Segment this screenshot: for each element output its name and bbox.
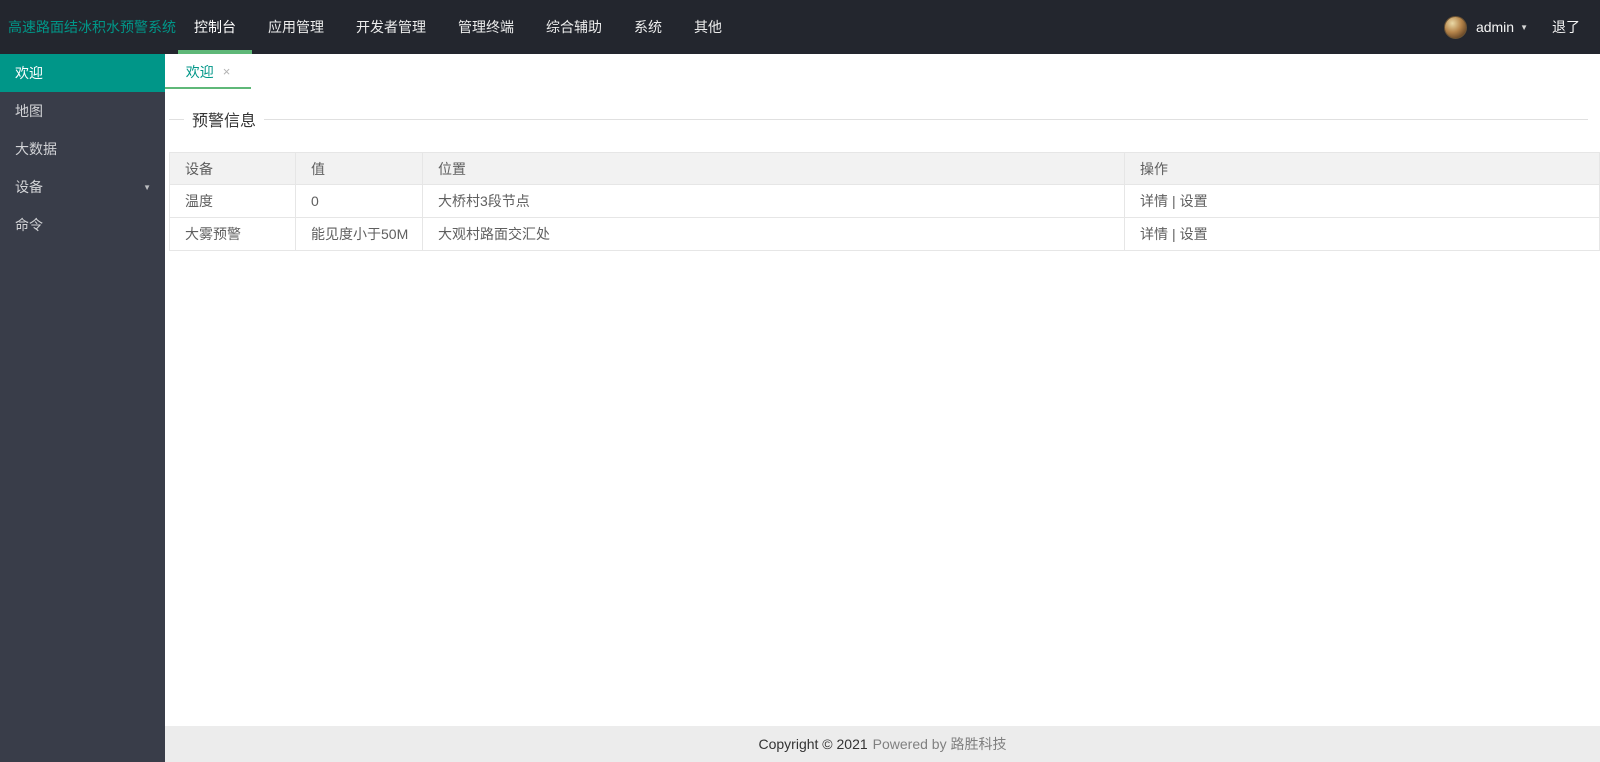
col-header-value: 值 bbox=[295, 152, 423, 185]
nav-item-console[interactable]: 控制台 bbox=[178, 0, 252, 54]
sidebar-item-command[interactable]: 命令 bbox=[0, 206, 165, 244]
content-area: 欢迎 × 预警信息 设备 值 位置 操作 温度 0 大桥村3段节点 详情 | 设… bbox=[165, 54, 1600, 762]
action-separator: | bbox=[1172, 193, 1176, 209]
user-name[interactable]: admin bbox=[1476, 19, 1514, 35]
table-row: 大雾预警 能见度小于50M 大观村路面交汇处 详情 | 设置 bbox=[169, 217, 1600, 251]
user-avatar[interactable] bbox=[1443, 15, 1467, 39]
main-panel: 预警信息 设备 值 位置 操作 温度 0 大桥村3段节点 详情 | 设置 大雾预… bbox=[165, 89, 1600, 726]
powered-by-text: Powered by 路胜科技 bbox=[872, 736, 1007, 752]
tab-bar: 欢迎 × bbox=[165, 54, 1600, 89]
page-title: 预警信息 bbox=[192, 113, 257, 130]
tab-label: 欢迎 bbox=[185, 63, 214, 80]
close-icon[interactable]: × bbox=[223, 64, 231, 79]
main-nav: 控制台 应用管理 开发者管理 管理终端 综合辅助 系统 其他 bbox=[178, 0, 738, 54]
cell-actions: 详情 | 设置 bbox=[1124, 217, 1600, 251]
tab-welcome[interactable]: 欢迎 × bbox=[165, 54, 251, 89]
sidebar-item-label: 欢迎 bbox=[15, 65, 43, 81]
cell-device: 温度 bbox=[169, 184, 296, 218]
sidebar-item-map[interactable]: 地图 bbox=[0, 92, 165, 130]
sidebar-item-label: 设备 bbox=[15, 179, 43, 195]
cell-location: 大观村路面交汇处 bbox=[422, 217, 1125, 251]
cell-value: 能见度小于50M bbox=[295, 217, 423, 251]
logout-link[interactable]: 退了 bbox=[1552, 17, 1580, 37]
sidebar-item-bigdata[interactable]: 大数据 bbox=[0, 130, 165, 168]
sidebar-item-welcome[interactable]: 欢迎 bbox=[0, 54, 165, 92]
sidebar: 欢迎 地图 大数据 设备 ▼ 命令 bbox=[0, 54, 165, 762]
cell-actions: 详情 | 设置 bbox=[1124, 184, 1600, 218]
cell-value: 0 bbox=[295, 184, 423, 218]
nav-item-auxiliary[interactable]: 综合辅助 bbox=[530, 0, 618, 54]
divider bbox=[169, 118, 184, 120]
top-navbar: 高速路面结冰积水预警系统 控制台 应用管理 开发者管理 管理终端 综合辅助 系统… bbox=[0, 0, 1600, 54]
nav-item-terminal-management[interactable]: 管理终端 bbox=[442, 0, 530, 54]
app-title: 高速路面结冰积水预警系统 bbox=[8, 19, 176, 35]
sidebar-item-label: 地图 bbox=[15, 103, 43, 119]
cell-location: 大桥村3段节点 bbox=[422, 184, 1125, 218]
nav-item-system[interactable]: 系统 bbox=[618, 0, 678, 54]
chevron-down-icon: ▼ bbox=[143, 182, 151, 192]
detail-link[interactable]: 详情 bbox=[1140, 226, 1168, 242]
warning-table: 设备 值 位置 操作 温度 0 大桥村3段节点 详情 | 设置 大雾预警 能见度… bbox=[169, 152, 1600, 251]
col-header-location: 位置 bbox=[422, 152, 1125, 185]
col-header-device: 设备 bbox=[169, 152, 296, 185]
user-area: admin ▼ 退了 bbox=[1443, 0, 1600, 54]
settings-link[interactable]: 设置 bbox=[1180, 193, 1208, 209]
settings-link[interactable]: 设置 bbox=[1180, 226, 1208, 242]
sidebar-item-device[interactable]: 设备 ▼ bbox=[0, 168, 165, 206]
nav-item-developer-management[interactable]: 开发者管理 bbox=[340, 0, 442, 54]
nav-item-other[interactable]: 其他 bbox=[678, 0, 738, 54]
action-separator: | bbox=[1172, 226, 1176, 242]
sidebar-item-label: 大数据 bbox=[15, 141, 57, 157]
cell-device: 大雾预警 bbox=[169, 217, 296, 251]
page-layout: 欢迎 地图 大数据 设备 ▼ 命令 欢迎 × 预警信息 设备 值 位置 操作 温… bbox=[0, 54, 1600, 762]
col-header-actions: 操作 bbox=[1124, 152, 1600, 185]
nav-item-app-management[interactable]: 应用管理 bbox=[252, 0, 340, 54]
detail-link[interactable]: 详情 bbox=[1140, 193, 1168, 209]
section-header: 预警信息 bbox=[169, 107, 1588, 131]
page-footer: Copyright © 2021 Powered by 路胜科技 bbox=[165, 726, 1600, 762]
chevron-down-icon[interactable]: ▼ bbox=[1520, 23, 1528, 32]
sidebar-item-label: 命令 bbox=[15, 217, 43, 233]
divider bbox=[264, 118, 1588, 120]
table-header-row: 设备 值 位置 操作 bbox=[169, 152, 1600, 185]
copyright-text: Copyright © 2021 bbox=[758, 736, 868, 752]
table-row: 温度 0 大桥村3段节点 详情 | 设置 bbox=[169, 184, 1600, 218]
